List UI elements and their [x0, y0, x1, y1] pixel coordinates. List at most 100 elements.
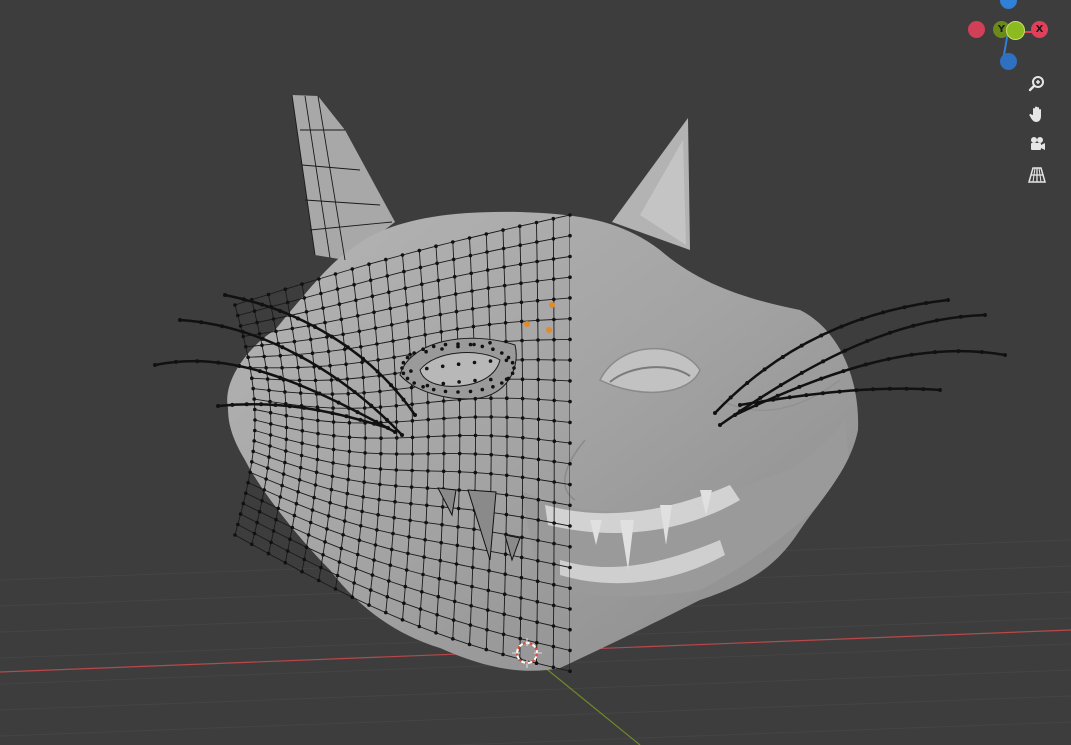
- gizmo-y-axis[interactable]: [1006, 21, 1025, 40]
- vertex[interactable]: [407, 336, 411, 340]
- vertex[interactable]: [502, 265, 506, 269]
- vertex[interactable]: [251, 449, 255, 454]
- vertex[interactable]: [536, 518, 540, 522]
- vertex[interactable]: [434, 631, 438, 635]
- vertex[interactable]: [251, 386, 255, 391]
- vertex[interactable]: [297, 378, 302, 383]
- vertex[interactable]: [568, 379, 572, 383]
- vertex[interactable]: [519, 596, 523, 600]
- vertex[interactable]: [519, 555, 524, 560]
- vertex[interactable]: [394, 484, 398, 488]
- vertex[interactable]: [267, 388, 271, 393]
- vertex[interactable]: [250, 460, 254, 464]
- vertex[interactable]: [252, 397, 256, 401]
- vertex[interactable]: [421, 385, 425, 389]
- vertex[interactable]: [283, 460, 287, 465]
- vertex[interactable]: [372, 558, 376, 562]
- vertex[interactable]: [467, 642, 472, 647]
- vertex[interactable]: [487, 568, 491, 573]
- vertex[interactable]: [457, 488, 461, 492]
- vertex[interactable]: [268, 410, 273, 415]
- vertex[interactable]: [271, 317, 276, 321]
- vertex[interactable]: [250, 542, 254, 547]
- vertex[interactable]: [284, 413, 289, 418]
- vertex[interactable]: [536, 538, 540, 543]
- vertex[interactable]: [500, 351, 504, 355]
- vertex[interactable]: [471, 324, 476, 329]
- vertex[interactable]: [253, 428, 257, 433]
- vertex[interactable]: [260, 499, 264, 503]
- vertex[interactable]: [535, 579, 540, 583]
- vertex[interactable]: [326, 514, 331, 518]
- vertex[interactable]: [274, 517, 278, 522]
- vertex[interactable]: [536, 497, 541, 502]
- vertex[interactable]: [441, 399, 446, 403]
- vertex[interactable]: [420, 282, 424, 287]
- vertex[interactable]: [302, 296, 307, 300]
- vertex[interactable]: [568, 337, 572, 342]
- vertex[interactable]: [268, 399, 272, 404]
- vertex[interactable]: [551, 237, 556, 241]
- vertex[interactable]: [408, 352, 412, 357]
- vertex[interactable]: [536, 357, 540, 362]
- vertex[interactable]: [264, 477, 268, 481]
- vertex[interactable]: [568, 524, 572, 528]
- vertex[interactable]: [425, 503, 429, 508]
- vertex[interactable]: [268, 444, 272, 448]
- vertex[interactable]: [271, 529, 276, 533]
- vertex[interactable]: [568, 233, 572, 238]
- vertex[interactable]: [442, 451, 446, 456]
- vertex[interactable]: [378, 482, 382, 487]
- vertex[interactable]: [520, 358, 525, 362]
- vertex[interactable]: [551, 257, 556, 261]
- vertex[interactable]: [503, 302, 508, 306]
- vertex[interactable]: [425, 366, 429, 371]
- vertex[interactable]: [339, 317, 344, 322]
- vertex[interactable]: [568, 358, 572, 362]
- vertex[interactable]: [456, 342, 460, 346]
- vertex[interactable]: [552, 398, 556, 403]
- vertex[interactable]: [506, 376, 511, 381]
- vertex[interactable]: [568, 669, 572, 673]
- vertex[interactable]: [360, 360, 364, 365]
- vertex[interactable]: [290, 326, 295, 331]
- vertex[interactable]: [394, 420, 399, 424]
- vertex[interactable]: [321, 306, 325, 310]
- vertex[interactable]: [328, 363, 332, 368]
- vertex[interactable]: [283, 390, 287, 394]
- vertex[interactable]: [297, 478, 302, 482]
- vertex[interactable]: [401, 360, 406, 365]
- vertex[interactable]: [568, 399, 572, 404]
- vertex[interactable]: [535, 279, 540, 283]
- vertex[interactable]: [472, 342, 476, 347]
- vertex[interactable]: [283, 560, 288, 565]
- vertex[interactable]: [453, 580, 458, 585]
- vertex[interactable]: [244, 345, 248, 349]
- vertex[interactable]: [436, 278, 441, 283]
- vertex[interactable]: [355, 314, 360, 318]
- vertex[interactable]: [387, 579, 391, 583]
- vertex[interactable]: [535, 640, 539, 645]
- vertex[interactable]: [518, 636, 522, 641]
- vertex[interactable]: [473, 452, 478, 456]
- vertex[interactable]: [350, 267, 355, 271]
- vertex[interactable]: [330, 392, 335, 396]
- vertex[interactable]: [375, 342, 379, 346]
- vertex[interactable]: [313, 378, 318, 383]
- vertex[interactable]: [421, 347, 425, 352]
- vertex[interactable]: [341, 533, 345, 537]
- vertex[interactable]: [262, 354, 267, 359]
- vertex[interactable]: [250, 376, 254, 381]
- vertex[interactable]: [292, 513, 297, 518]
- vertex[interactable]: [300, 569, 304, 574]
- vertex[interactable]: [568, 296, 572, 300]
- vertex[interactable]: [269, 422, 273, 426]
- vertex[interactable]: [352, 282, 356, 287]
- vertex[interactable]: [241, 501, 246, 506]
- vertex[interactable]: [378, 389, 382, 394]
- vertex[interactable]: [418, 607, 423, 611]
- vertex[interactable]: [534, 661, 539, 665]
- vertex[interactable]: [323, 540, 327, 544]
- vertex[interactable]: [518, 262, 523, 267]
- vertex[interactable]: [347, 463, 351, 468]
